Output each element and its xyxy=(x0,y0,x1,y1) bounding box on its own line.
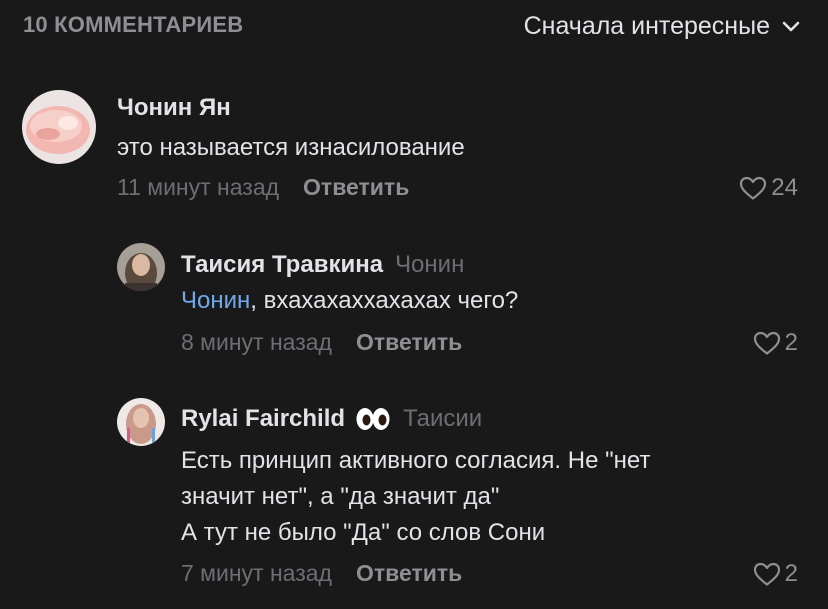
author-name[interactable]: Таисия Травкина xyxy=(181,251,383,279)
avatar[interactable] xyxy=(22,90,96,164)
reply-to-label[interactable]: Таисии xyxy=(403,405,482,433)
author-name[interactable]: Rylai Fairchild xyxy=(181,405,345,433)
like-button[interactable]: 2 xyxy=(753,329,798,357)
comment-meta: 7 минут назад Ответить xyxy=(181,560,462,587)
chevron-down-icon xyxy=(782,21,800,31)
avatar[interactable] xyxy=(117,243,165,291)
heart-icon xyxy=(753,331,780,355)
heart-icon xyxy=(740,176,767,200)
reply-button[interactable]: Ответить xyxy=(356,329,462,356)
like-button[interactable]: 2 xyxy=(753,560,798,588)
reply-button[interactable]: Ответить xyxy=(356,560,462,587)
reply-button[interactable]: Ответить xyxy=(303,174,409,201)
reply-to-label[interactable]: Чонин xyxy=(395,251,464,279)
avatar[interactable] xyxy=(117,398,165,446)
author-line: Чонин Ян xyxy=(117,94,231,122)
like-button[interactable]: 24 xyxy=(739,174,798,202)
like-count: 24 xyxy=(771,174,798,201)
sort-label: Сначала интересные xyxy=(523,12,770,40)
comment-text: Чонин, вхахахаххахахах чего? xyxy=(181,282,518,320)
comment-text-line-3: А тут не было "Да" со слов Сони xyxy=(181,519,546,546)
comment-meta: 11 минут назад Ответить xyxy=(117,174,409,201)
comment-time: 8 минут назад xyxy=(181,329,332,355)
comment-text-line-2: значит нет", а "да значит да" xyxy=(181,483,500,510)
comment-text-rest: , вхахахаххахахах чего? xyxy=(250,287,519,314)
comments-header: 10 КОММЕНТАРИЕВ Сначала интересные xyxy=(0,0,828,56)
comment-item: Rylai Fairchild Таисии Есть принцип акти… xyxy=(0,392,828,602)
like-count: 2 xyxy=(784,329,798,356)
author-line: Таисия Травкина Чонин xyxy=(181,251,464,279)
comment-text: это называется изнасилование xyxy=(117,134,465,161)
comments-count: 10 КОММЕНТАРИЕВ xyxy=(23,12,244,37)
comment-meta: 8 минут назад Ответить xyxy=(181,329,462,356)
mention-link[interactable]: Чонин xyxy=(181,287,250,314)
comment-time: 7 минут назад xyxy=(181,560,332,586)
author-name[interactable]: Чонин Ян xyxy=(117,94,231,122)
author-line: Rylai Fairchild Таисии xyxy=(181,405,482,433)
like-count: 2 xyxy=(784,560,798,587)
comment-item: Таисия Травкина Чонин Чонин, вхахахаххах… xyxy=(0,235,828,375)
comment-text-line-1: Есть принцип активного согласия. Не "нет xyxy=(181,447,651,474)
sort-dropdown[interactable]: Сначала интересные xyxy=(524,12,800,41)
comment-item: Чонин Ян это называется изнасилование 11… xyxy=(0,80,828,220)
eyes-emoji xyxy=(356,408,390,430)
comment-time: 11 минут назад xyxy=(117,174,280,200)
heart-icon xyxy=(753,562,780,586)
